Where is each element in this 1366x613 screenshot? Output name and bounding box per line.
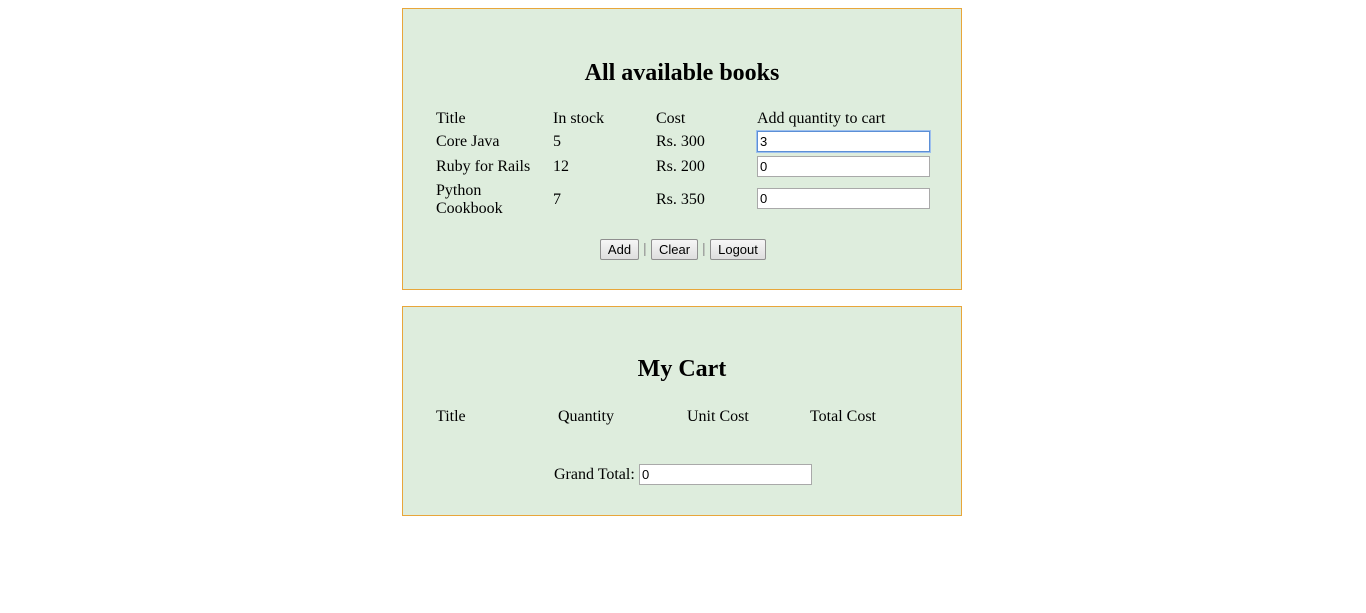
quantity-input-core-java[interactable] bbox=[757, 131, 930, 152]
book-stock: 7 bbox=[553, 191, 561, 208]
quantity-input-python-cookbook[interactable] bbox=[757, 188, 930, 209]
cart-column-total-cost: Total Cost bbox=[810, 408, 876, 425]
separator: | bbox=[643, 240, 647, 256]
cart-panel: My Cart Title Quantity Unit Cost Total C… bbox=[402, 306, 962, 516]
book-stock: 12 bbox=[553, 158, 569, 175]
column-header-add-quantity: Add quantity to cart bbox=[757, 110, 886, 127]
clear-button[interactable]: Clear bbox=[651, 239, 698, 260]
book-cost: Rs. 300 bbox=[656, 133, 705, 150]
quantity-input-ruby-for-rails[interactable] bbox=[757, 156, 930, 177]
book-cost: Rs. 350 bbox=[656, 191, 705, 208]
logout-button[interactable]: Logout bbox=[710, 239, 766, 260]
book-cost: Rs. 200 bbox=[656, 158, 705, 175]
column-header-in-stock: In stock bbox=[553, 110, 605, 127]
column-header-title: Title bbox=[436, 110, 466, 127]
cart-column-title: Title bbox=[436, 408, 466, 425]
grand-total-label: Grand Total: bbox=[554, 466, 635, 483]
book-stock: 5 bbox=[553, 133, 561, 150]
column-header-cost: Cost bbox=[656, 110, 686, 127]
books-heading: All available books bbox=[584, 60, 780, 86]
book-title-line2: Cookbook bbox=[436, 200, 503, 217]
book-title-line1: Python bbox=[436, 182, 482, 199]
cart-heading: My Cart bbox=[637, 356, 727, 382]
separator: | bbox=[702, 240, 706, 256]
book-title: Core Java bbox=[436, 133, 500, 150]
grand-total-field[interactable] bbox=[639, 464, 812, 485]
cart-column-unit-cost: Unit Cost bbox=[687, 408, 749, 425]
cart-column-quantity: Quantity bbox=[558, 408, 614, 425]
add-button[interactable]: Add bbox=[600, 239, 639, 260]
book-title: Ruby for Rails bbox=[436, 158, 531, 175]
books-panel: All available books Title In stock Cost … bbox=[402, 8, 962, 290]
